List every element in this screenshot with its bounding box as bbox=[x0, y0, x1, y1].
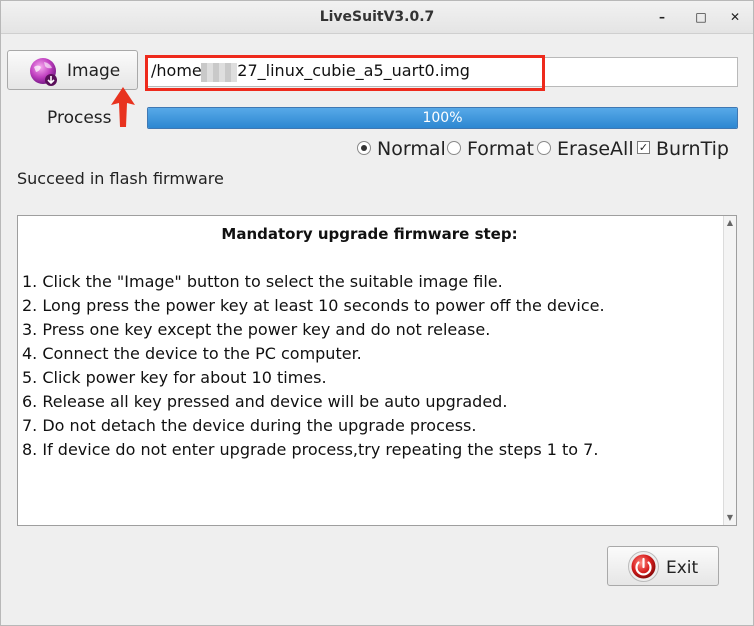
maximize-button[interactable]: □ bbox=[690, 7, 712, 27]
instruction-step: 5. Click power key for about 10 times. bbox=[22, 368, 327, 387]
status-message: Succeed in flash firmware bbox=[17, 169, 224, 188]
instruction-steps: 1. Click the "Image" button to select th… bbox=[22, 272, 605, 464]
instruction-step: 2. Long press the power key at least 10 … bbox=[22, 296, 605, 315]
burn-tip-checkbox[interactable]: ✓ bbox=[637, 141, 650, 154]
power-exit-icon bbox=[628, 551, 659, 582]
format-label[interactable]: Format bbox=[467, 138, 534, 160]
progress-bar: 100% bbox=[147, 107, 738, 129]
annotation-arrow-icon bbox=[111, 87, 135, 127]
annotation-highlight-box bbox=[145, 55, 545, 91]
instruction-step: 4. Connect the device to the PC computer… bbox=[22, 344, 362, 363]
livesuit-window: LiveSuitV3.0.7 – □ ✕ Image /home, /a527_… bbox=[0, 0, 754, 626]
instructions-heading: Mandatory upgrade firmware step: bbox=[221, 225, 518, 243]
instruction-step: 7. Do not detach the device during the u… bbox=[22, 416, 477, 435]
normal-radio[interactable] bbox=[357, 141, 371, 155]
instructions-pane[interactable]: Mandatory upgrade firmware step: 1. Clic… bbox=[17, 215, 737, 526]
close-button[interactable]: ✕ bbox=[724, 7, 746, 27]
window-title: LiveSuitV3.0.7 bbox=[319, 9, 435, 25]
erase-all-label[interactable]: EraseAll bbox=[557, 138, 634, 160]
burn-tip-label[interactable]: BurnTip bbox=[656, 138, 729, 160]
process-label: Process bbox=[47, 108, 112, 128]
progress-percent: 100% bbox=[422, 110, 463, 126]
globe-disk-icon bbox=[30, 58, 57, 86]
title-bar[interactable]: LiveSuitV3.0.7 – □ ✕ bbox=[1, 1, 753, 34]
minimize-button[interactable]: – bbox=[651, 7, 673, 27]
instruction-step: 3. Press one key except the power key an… bbox=[22, 320, 491, 339]
erase-all-radio[interactable] bbox=[537, 141, 551, 155]
exit-button[interactable]: Exit bbox=[607, 546, 719, 586]
exit-button-label: Exit bbox=[666, 558, 699, 578]
normal-label[interactable]: Normal bbox=[377, 138, 446, 160]
vertical-scrollbar[interactable]: ▲ ▼ bbox=[723, 216, 736, 525]
scroll-down-arrow-icon[interactable]: ▼ bbox=[724, 512, 736, 524]
scroll-up-arrow-icon[interactable]: ▲ bbox=[724, 217, 736, 229]
instruction-step: 1. Click the "Image" button to select th… bbox=[22, 272, 503, 291]
instruction-step: 8. If device do not enter upgrade proces… bbox=[22, 440, 599, 459]
image-button[interactable]: Image bbox=[7, 50, 138, 90]
instruction-step: 6. Release all key pressed and device wi… bbox=[22, 392, 508, 411]
image-button-label: Image bbox=[67, 61, 121, 81]
format-radio[interactable] bbox=[447, 141, 461, 155]
